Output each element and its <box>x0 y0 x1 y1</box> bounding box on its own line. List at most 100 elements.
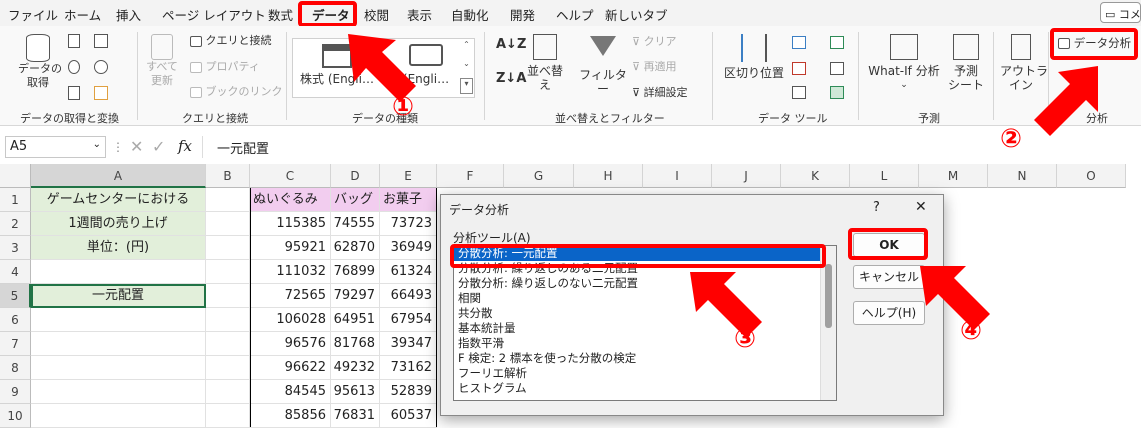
cell-b[interactable] <box>206 260 250 284</box>
get-data-button[interactable]: データの 取得 <box>18 34 62 90</box>
reapply-button[interactable]: ⊽ 再適用 <box>632 60 677 74</box>
gallery-more-icon[interactable]: ▾ <box>460 78 473 94</box>
clear-button[interactable]: ⊽ クリア <box>632 35 677 49</box>
cell-b[interactable] <box>206 236 250 260</box>
column-header[interactable]: F <box>437 164 504 188</box>
data-cell[interactable]: 95921 <box>250 236 331 260</box>
tab-11[interactable]: 新しいタブ <box>605 5 668 24</box>
listbox-scrollbar[interactable] <box>820 246 836 400</box>
cell-a[interactable]: 一元配置 <box>31 284 206 308</box>
data-cell[interactable]: 39347 <box>380 332 437 356</box>
column-header[interactable]: E <box>380 164 437 188</box>
data-cell[interactable]: 106028 <box>250 308 331 332</box>
data-cell[interactable]: 64951 <box>331 308 380 332</box>
data-cell[interactable]: 73162 <box>380 356 437 380</box>
data-cell[interactable]: 52839 <box>380 380 437 404</box>
remove-duplicates-icon[interactable] <box>792 62 806 75</box>
tab-1[interactable]: ホーム <box>64 5 101 24</box>
forecast-sheet-button[interactable]: 予測 シート <box>946 34 986 92</box>
column-header[interactable]: J <box>712 164 781 188</box>
queries-button[interactable]: クエリと接続 <box>190 34 272 48</box>
cell-a[interactable] <box>31 404 206 428</box>
name-box[interactable]: A5 ⌄ <box>5 136 106 158</box>
tool-list-item[interactable]: 相関 <box>454 291 820 306</box>
column-header[interactable]: M <box>919 164 988 188</box>
relationships-icon[interactable] <box>830 62 844 75</box>
column-header[interactable]: C <box>250 164 331 188</box>
tool-list-item[interactable]: 指数平滑 <box>454 336 820 351</box>
formula-more-icon[interactable]: ⋮ <box>112 140 124 154</box>
column-header[interactable]: G <box>504 164 574 188</box>
row-header[interactable]: 4 <box>0 260 31 284</box>
data-cell[interactable]: 36949 <box>380 236 437 260</box>
data-model-icon[interactable] <box>830 86 844 99</box>
cell-b[interactable] <box>206 212 250 236</box>
data-cell[interactable]: 72565 <box>250 284 331 308</box>
data-cell[interactable]: 61324 <box>380 260 437 284</box>
cell-a[interactable] <box>31 332 206 356</box>
data-cell[interactable]: 60537 <box>380 404 437 428</box>
cell-a[interactable] <box>31 380 206 404</box>
existing-connections-icon[interactable] <box>94 60 108 74</box>
cell-a[interactable]: 1週間の売り上げ <box>31 212 206 236</box>
data-cell[interactable]: 84545 <box>250 380 331 404</box>
data-validation-icon[interactable] <box>792 86 806 99</box>
cell-b[interactable] <box>206 188 250 212</box>
dialog-close-icon[interactable]: ✕ <box>915 199 927 215</box>
column-header[interactable]: I <box>643 164 712 188</box>
recent-sources-icon[interactable] <box>94 34 108 48</box>
cell-b[interactable] <box>206 380 250 404</box>
cancel-entry-icon[interactable]: ✕ <box>130 137 143 156</box>
data-cell[interactable]: 96576 <box>250 332 331 356</box>
data-cell[interactable]: 66493 <box>380 284 437 308</box>
data-cell[interactable]: 62870 <box>331 236 380 260</box>
data-cell[interactable]: 85856 <box>250 404 331 428</box>
gallery-scroll-down-icon[interactable]: ⌄ <box>460 59 473 75</box>
insert-function-icon[interactable]: fx <box>178 137 192 155</box>
column-header[interactable]: B <box>206 164 250 188</box>
from-text-icon[interactable] <box>68 34 80 48</box>
tab-9[interactable]: 開発 <box>510 5 535 24</box>
data-cell[interactable]: 96622 <box>250 356 331 380</box>
confirm-entry-icon[interactable]: ✓ <box>152 137 165 156</box>
cell-a[interactable] <box>31 356 206 380</box>
cell-b[interactable] <box>206 332 250 356</box>
data-cell[interactable]: 81768 <box>331 332 380 356</box>
cell-b[interactable] <box>206 308 250 332</box>
tool-list-item[interactable]: 基本統計量 <box>454 321 820 336</box>
advanced-filter-button[interactable]: ⊽ 詳細設定 <box>632 86 688 100</box>
column-header[interactable]: L <box>850 164 919 188</box>
data-cell[interactable]: 79297 <box>331 284 380 308</box>
tool-list-item[interactable]: ヒストグラム <box>454 381 820 396</box>
tab-6[interactable]: 校閲 <box>364 5 389 24</box>
tab-0[interactable]: ファイル <box>8 5 58 24</box>
data-cell[interactable]: 49232 <box>331 356 380 380</box>
column-header[interactable]: D <box>331 164 380 188</box>
flash-fill-icon[interactable] <box>792 36 806 49</box>
row-header[interactable]: 8 <box>0 356 31 380</box>
tab-4[interactable]: 数式 <box>268 5 293 24</box>
column-header[interactable]: O <box>1057 164 1126 188</box>
currencies-button[interactable]: (Engli… <box>392 44 460 86</box>
tool-list-item[interactable]: 分散分析: 繰り返しのない二元配置 <box>454 276 820 291</box>
properties-button[interactable]: プロパティ <box>190 60 260 74</box>
row-header[interactable]: 7 <box>0 332 31 356</box>
data-cell[interactable]: 74555 <box>331 212 380 236</box>
tab-10[interactable]: ヘルプ <box>556 5 594 24</box>
chevron-down-icon[interactable]: ⌄ <box>93 139 101 150</box>
select-all-corner[interactable] <box>0 164 31 188</box>
from-table-icon[interactable] <box>68 86 80 100</box>
row-header[interactable]: 6 <box>0 308 31 332</box>
dialog-help-icon[interactable]: ? <box>873 200 880 215</box>
cell-b[interactable] <box>206 404 250 428</box>
data-cell[interactable]: 76831 <box>331 404 380 428</box>
column-header[interactable]: H <box>574 164 643 188</box>
cell-a[interactable]: ゲームセンターにおける <box>31 188 206 212</box>
row-header[interactable]: 3 <box>0 236 31 260</box>
tool-list-item[interactable]: 共分散 <box>454 306 820 321</box>
what-if-button[interactable]: What-If 分析 ⌄ <box>864 34 944 92</box>
comment-button[interactable]: ▭ コメ <box>1100 2 1141 23</box>
cell-a[interactable] <box>31 308 206 332</box>
text-to-columns-button[interactable]: 区切り位置 <box>722 34 786 80</box>
row-header[interactable]: 5 <box>0 284 31 308</box>
